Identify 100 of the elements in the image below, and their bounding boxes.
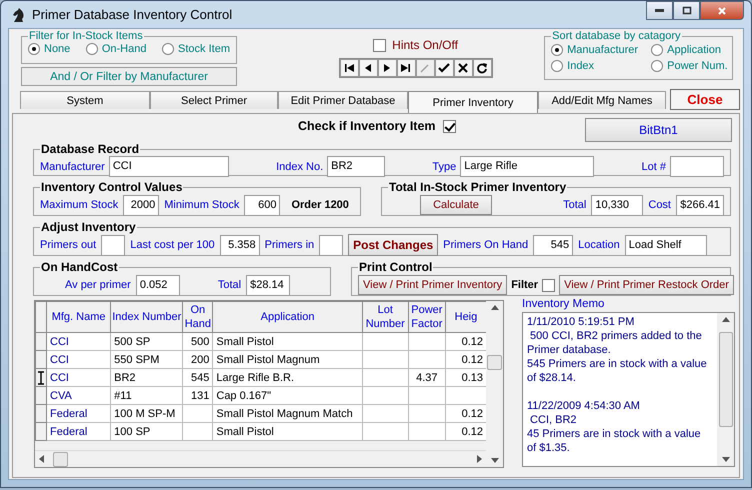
input-field[interactable]: 600 [244, 194, 280, 216]
field-label: Lot # [642, 160, 666, 172]
print-restock-button[interactable]: View / Print Primer Restock Order [559, 275, 734, 295]
input-field[interactable]: 5.358 [220, 234, 260, 256]
navigator-button[interactable] [378, 59, 397, 77]
minimize-button[interactable] [646, 1, 673, 20]
scroll-thumb[interactable] [718, 332, 732, 427]
memo-label: Inventory Memo [522, 298, 606, 312]
navigator-button[interactable] [396, 59, 416, 77]
field-label: Last cost per 100 [130, 239, 215, 251]
input-field[interactable] [101, 234, 126, 256]
maximize-button[interactable] [673, 1, 700, 20]
input-field[interactable]: Load Shelf [624, 234, 707, 256]
post-changes-button[interactable]: Post Changes [348, 234, 438, 256]
table-cell: #11 [114, 390, 132, 402]
close-button[interactable]: Close [670, 89, 740, 110]
radio-button[interactable] [651, 44, 664, 56]
input-field[interactable] [670, 156, 724, 177]
scroll-thumb[interactable] [487, 355, 502, 370]
tab[interactable]: Edit Primer Database [278, 91, 408, 109]
table-cell: Small Pistol [216, 426, 274, 438]
radio-button[interactable] [551, 44, 564, 56]
memo-entry: 11/22/2009 4:54:30 AM CCI, BR2 45 Primers are in stock with a value of $1.35. [527, 399, 702, 455]
input-field[interactable] [319, 234, 344, 256]
radio-button[interactable] [551, 60, 564, 72]
field-label: Av per primer [65, 279, 131, 291]
checkbox-label: Hints On/Off [392, 38, 458, 52]
group-title: Sort database by catagory [551, 30, 682, 42]
group-title: Filter for In-Stock Items [28, 30, 144, 42]
input-field[interactable]: Large Rifle [460, 156, 594, 177]
column-header[interactable]: Heig [445, 302, 486, 332]
field-label: Total [563, 199, 586, 211]
checkbox[interactable] [442, 120, 456, 133]
scroll-thumb[interactable] [53, 452, 68, 466]
filter-button[interactable]: And / Or Filter by Manufacturer [21, 67, 237, 86]
table-cell: Large Rifle B.R. [216, 372, 294, 384]
checkbox-label: Filter [511, 279, 538, 291]
tab[interactable]: Add/Edit Mfg Names [538, 91, 666, 109]
radio-label: None [44, 43, 70, 55]
group-title: Total In-Stock Primer Inventory [388, 180, 568, 194]
input-field[interactable]: 0.052 [136, 274, 180, 296]
table-cell: 0.13 [462, 372, 483, 384]
group-title: Database Record [40, 142, 140, 156]
tab[interactable]: Select Primer [150, 91, 278, 109]
table-cell: 545 [191, 372, 210, 384]
column-header[interactable]: Index Number [110, 302, 183, 332]
checkbox[interactable] [373, 38, 386, 52]
tab[interactable]: Primer Inventory [408, 91, 538, 113]
field-label: Index No. [276, 160, 324, 172]
navigator-button[interactable] [358, 59, 378, 77]
navigator-button[interactable] [434, 59, 454, 77]
table-cell: Federal [50, 408, 88, 420]
input-field[interactable]: 545 [533, 234, 574, 256]
input-field[interactable]: $28.14 [246, 274, 290, 296]
close-icon [717, 6, 727, 16]
calculate-button[interactable]: Calculate [420, 195, 492, 215]
field-label: Location [578, 239, 620, 251]
cancel-icon [456, 61, 470, 75]
table-cell: Small Pistol Magnum Match [216, 408, 353, 420]
navigator-button[interactable] [454, 59, 473, 77]
input-field[interactable]: CCI [108, 156, 229, 177]
down-arrow-icon [490, 457, 498, 463]
column-header[interactable]: Application [212, 302, 362, 332]
table-cell: 131 [191, 390, 210, 402]
radio-label: Index [567, 60, 594, 72]
group-title: Print Control [358, 260, 434, 274]
horizontal-scrollbar[interactable] [35, 450, 486, 467]
column-header[interactable]: Mfg. Name [46, 302, 111, 332]
bit-button[interactable]: BitBtn1 [585, 118, 732, 142]
table-cell: 100 SP [114, 426, 150, 438]
radio-button[interactable] [28, 43, 40, 55]
column-header[interactable]: Lot Number [362, 302, 408, 332]
close-button[interactable] [700, 1, 744, 20]
field-label: Manufacturer [40, 160, 105, 172]
radio-button[interactable] [86, 43, 98, 55]
vertical-scrollbar[interactable] [486, 301, 503, 467]
table-cell: Federal [50, 426, 88, 438]
print-inventory-button[interactable]: View / Print Primer Inventory [358, 275, 508, 295]
field-label: Minimum Stock [164, 199, 240, 211]
input-field[interactable]: $266.41 [676, 194, 724, 216]
radio-button[interactable] [651, 60, 664, 72]
navigator-button[interactable] [340, 59, 359, 77]
table-cell: Small Pistol [216, 336, 274, 348]
tab[interactable]: System [20, 91, 150, 109]
memo-field[interactable]: 1/11/2010 5:19:51 PM 500 CCI, BR2 primers added to the Primer database. 545 Primers are in stock with a value of $28.14. 11/22/2009 4:54:30 AM CCI, BR2 45 Primers are in stock with a value of $1.35. [522, 312, 735, 467]
column-header[interactable]: On Hand [182, 302, 213, 332]
table-cell: CCI [50, 372, 69, 384]
radio-label: Manuafacturer [567, 44, 638, 56]
navigator-button[interactable] [472, 59, 492, 77]
input-field[interactable]: 2000 [123, 194, 160, 216]
column-header[interactable]: Power Factor [408, 302, 446, 332]
input-field[interactable]: BR2 [327, 156, 386, 177]
table-cell: CCI [50, 336, 69, 348]
input-field[interactable]: 10,330 [591, 194, 644, 216]
checkbox[interactable] [542, 278, 556, 292]
radio-button[interactable] [162, 43, 174, 55]
vertical-scrollbar[interactable] [717, 313, 734, 466]
field-label: Total [218, 279, 242, 291]
checkbox-label: Check if Inventory Item [298, 119, 436, 133]
table-cell: 100 M SP-M [114, 408, 176, 420]
